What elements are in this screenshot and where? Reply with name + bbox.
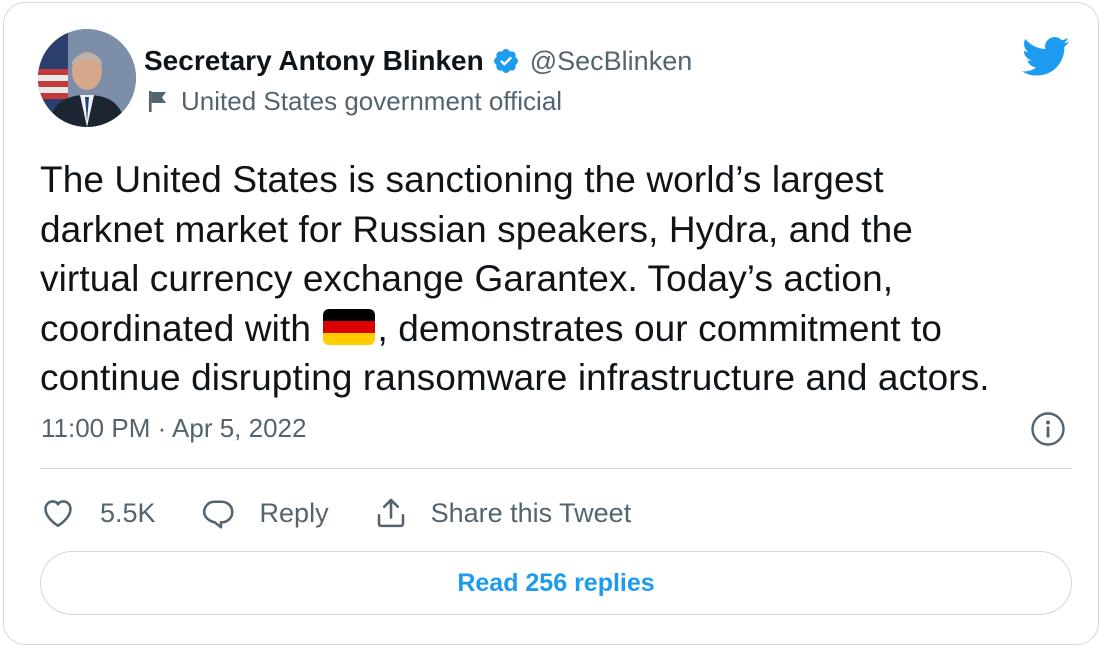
- government-label-row: United States government official: [147, 83, 562, 119]
- flag-icon: [147, 89, 169, 113]
- author-handle[interactable]: @SecBlinken: [530, 46, 693, 77]
- share-label: Share this Tweet: [430, 497, 632, 528]
- tweet-text-line: virtual currency exchange Garantex. Toda…: [40, 258, 894, 299]
- reply-label: Reply: [259, 497, 329, 528]
- tweet-text-line: darknet market for Russian speakers, Hyd…: [40, 208, 913, 250]
- author-display-name[interactable]: Secretary Antony Blinken: [144, 45, 484, 77]
- verified-badge-icon: [492, 47, 520, 75]
- share-button[interactable]: Share this Tweet: [373, 495, 632, 531]
- tweet-text-line: coordinated with , demonstrates our comm…: [40, 304, 1080, 354]
- likes-count: 5.5K: [100, 497, 156, 528]
- twitter-logo-icon[interactable]: [1022, 37, 1070, 77]
- author-avatar[interactable]: [38, 29, 136, 127]
- tweet-card: Secretary Antony Blinken @SecBlinken Uni…: [3, 2, 1099, 645]
- author-name-row: Secretary Antony Blinken @SecBlinken: [144, 41, 692, 81]
- info-icon[interactable]: [1030, 411, 1066, 447]
- germany-flag-icon: [323, 308, 376, 345]
- tweet-text-segment: coordinated with: [40, 307, 322, 349]
- read-replies-button[interactable]: Read 256 replies: [40, 551, 1072, 615]
- tweet-text-line: The United States is sanctioning the wor…: [40, 159, 884, 200]
- portrait-image: [38, 29, 136, 127]
- tweet-text-segment: , demonstrates our commitment to: [377, 307, 943, 349]
- like-button[interactable]: 5.5K: [40, 495, 156, 531]
- tweet-text: The United States is sanctioning the wor…: [40, 155, 1080, 403]
- tweet-timestamp[interactable]: 11:00 PM · Apr 5, 2022: [41, 413, 306, 444]
- reply-button[interactable]: Reply: [200, 495, 329, 531]
- tweet-actions: 5.5K Reply Share this Tweet: [40, 490, 675, 536]
- divider: [40, 468, 1072, 469]
- heart-icon: [40, 495, 76, 531]
- share-icon: [373, 495, 409, 531]
- government-label[interactable]: United States government official: [181, 86, 562, 117]
- tweet-text-line: continue disrupting ransomware infrastru…: [40, 357, 990, 398]
- reply-icon: [200, 495, 236, 531]
